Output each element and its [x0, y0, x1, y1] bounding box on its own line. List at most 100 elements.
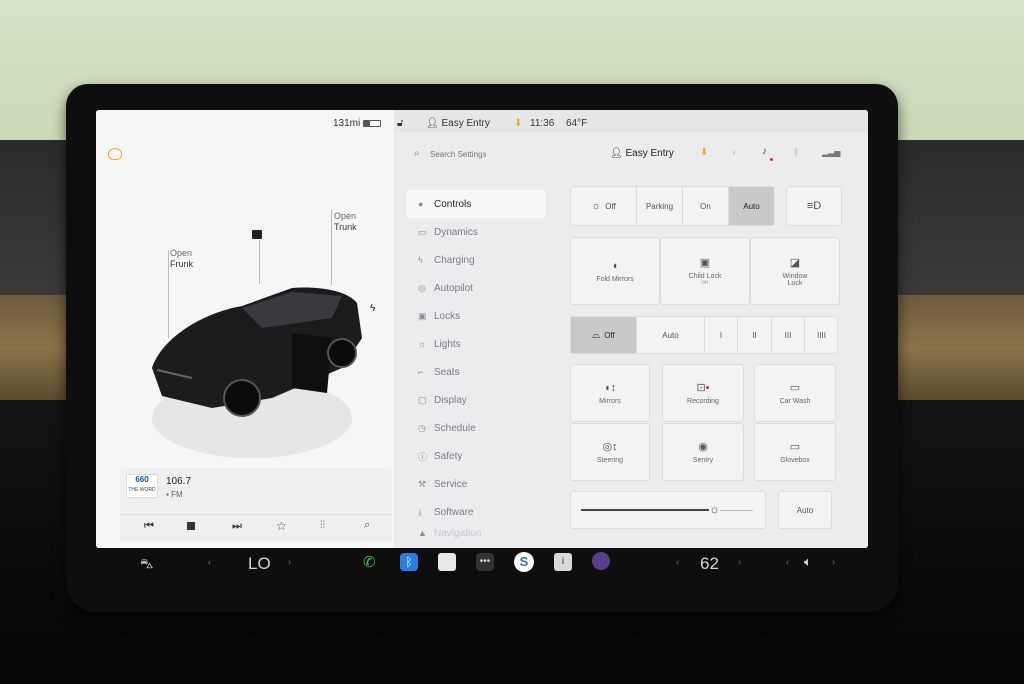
search-settings-input[interactable]	[430, 146, 590, 162]
next-track-icon[interactable]: ⏭	[232, 520, 242, 533]
unlock-icon[interactable]	[252, 230, 262, 239]
window-lock-label: Window	[782, 272, 808, 280]
nav-charging[interactable]: ϟ Charging	[406, 246, 546, 274]
lights-auto-label: Auto	[743, 201, 760, 211]
nav-seats[interactable]: ⌐ Seats	[406, 358, 546, 386]
wipers-speed-1[interactable]: I	[705, 317, 738, 353]
car-icon[interactable]: ⛍	[140, 556, 153, 574]
nav-autopilot[interactable]: ◎ Autopilot	[406, 274, 546, 302]
lights-on-label: On	[700, 201, 711, 211]
bluetooth-icon[interactable]: ᛒ	[794, 147, 799, 157]
station-logo-sub: THE WORD	[128, 487, 156, 493]
child-lock-button[interactable]: ▣ Child Lock on	[660, 237, 750, 305]
radio-band: ▪ FM	[166, 490, 183, 499]
wipers-control: ⌓ Off Auto I II III IIII	[570, 316, 838, 354]
nav-locks[interactable]: ▣ Locks	[406, 302, 546, 330]
nav-label: Lights	[434, 338, 461, 350]
recording-button[interactable]: ⊡• Recording	[662, 364, 744, 422]
download-icon[interactable]: ⬇	[514, 118, 522, 129]
high-beam-button[interactable]: ≡D	[786, 186, 842, 226]
volume-down[interactable]: ‹	[786, 557, 789, 567]
favorite-star-icon[interactable]: ☆	[276, 519, 287, 533]
lights-auto-option[interactable]: Auto	[729, 187, 774, 225]
nav-controls[interactable]: ● Controls	[406, 190, 546, 218]
nav-dynamics[interactable]: ▭ Dynamics	[406, 218, 546, 246]
nav-schedule[interactable]: ◷ Schedule	[406, 414, 546, 442]
bluetooth-app-icon[interactable]: ᛒ	[400, 553, 418, 571]
calendar-icon[interactable]	[438, 553, 456, 571]
open-frunk-button[interactable]: Open Frunk	[170, 248, 193, 270]
passenger-temp-down[interactable]: ‹	[676, 557, 679, 567]
wipers-speed-2[interactable]: II	[738, 317, 772, 353]
notification-dot	[770, 158, 773, 161]
open-trunk-line2: Trunk	[334, 222, 357, 232]
clock: 11:36	[530, 118, 555, 129]
dashcam-icon: ⊡•	[696, 382, 710, 394]
lock-status-icon[interactable]: 🔓︎	[397, 118, 403, 129]
steering-button[interactable]: ◎↕ Steering	[570, 423, 650, 481]
nav-safety[interactable]: ⓘ Safety	[406, 442, 546, 470]
media-search-icon[interactable]: ⌕	[364, 519, 370, 532]
volume-up[interactable]: ›	[832, 557, 835, 567]
nav-lights[interactable]: ☼ Lights	[406, 330, 546, 358]
car-wash-button[interactable]: ▭ Car Wash	[754, 364, 836, 422]
driver-temp-up[interactable]: ›	[288, 557, 291, 567]
recording-label: Recording	[687, 398, 719, 405]
lights-off-option[interactable]: ☼ Off	[571, 187, 637, 225]
equalizer-icon[interactable]: ⫶⫶	[320, 520, 325, 531]
wipers-speed-3[interactable]: III	[772, 317, 805, 353]
profile-status-label: Easy Entry	[441, 118, 490, 129]
open-trunk-button[interactable]: Open Trunk	[334, 211, 357, 233]
phone-icon[interactable]: ✆	[363, 553, 376, 571]
nav-software[interactable]: ⤓ Software	[406, 498, 546, 526]
nav-service[interactable]: ⚒︎ Service	[406, 470, 546, 498]
glovebox-button[interactable]: ▭ Glovebox	[754, 423, 836, 481]
passenger-temperature[interactable]: 62	[700, 554, 719, 574]
volume-icon[interactable]: 🔈︎	[804, 554, 812, 570]
stop-icon[interactable]	[187, 522, 195, 530]
camera-app-icon[interactable]	[592, 552, 610, 570]
media-player[interactable]: 660 THE WORD 106.7 ▪ FM ⏮ ⏭ ☆ ⫶⫶ ⌕	[120, 468, 392, 542]
mirrors-button[interactable]: ◖↕ Mirrors	[570, 364, 650, 422]
previous-track-icon[interactable]: ⏮	[144, 520, 154, 533]
wipers-speed-4[interactable]: IIII	[805, 317, 838, 353]
brightness-auto-button[interactable]: Auto	[778, 491, 832, 529]
nav-label: Autopilot	[434, 282, 473, 294]
wipers-off-label: Off	[604, 330, 615, 340]
brightness-sun-icon[interactable]: ☼	[709, 502, 720, 516]
window-lock-button[interactable]: ◪ Window Lock	[750, 237, 840, 305]
navigation-arrow-icon: ▲	[418, 528, 427, 538]
child-lock-sub: on	[701, 280, 709, 286]
fold-mirrors-button[interactable]: ◖ Fold Mirrors	[570, 237, 660, 305]
settings-nav: ● Controls ▭ Dynamics ϟ Charging ◎ Autopilot…	[406, 190, 546, 540]
glovebox-icon: ▭	[789, 441, 801, 453]
streaming-app-icon[interactable]: S	[514, 552, 534, 572]
nav-navigation[interactable]: ▲ Navigation	[406, 526, 546, 540]
lte-signal-icon: ▂▃▅	[822, 148, 841, 157]
lights-on-option[interactable]: On	[683, 187, 729, 225]
profile-status[interactable]: 👤︎ Easy Entry	[426, 118, 490, 129]
wipers-speed-4-label: IIII	[817, 330, 826, 340]
nav-display[interactable]: ▢ Display	[406, 386, 546, 414]
driver-temp-down[interactable]: ‹	[208, 557, 211, 567]
trunk-pointer-line	[331, 210, 332, 285]
sentry-icon[interactable]: ◐	[732, 147, 737, 157]
brightness-auto-label: Auto	[796, 505, 814, 515]
profile-button[interactable]: 👤︎ Easy Entry	[610, 148, 674, 159]
lights-parking-option[interactable]: Parking	[637, 187, 683, 225]
driver-temperature[interactable]: LO	[248, 554, 271, 574]
car-view-panel: Open Frunk Open Trunk ϟ 660 THE WORD 106…	[96, 110, 394, 548]
car-render	[152, 287, 362, 458]
wipers-auto-option[interactable]: Auto	[637, 317, 705, 353]
taskbar: ⛍ ‹ LO › ✆ ᛒ ••• S i ‹ 62 › ‹ 🔈︎ ›	[118, 548, 858, 580]
notifications-bell-icon[interactable]: ♪	[762, 146, 767, 157]
info-app-icon[interactable]: i	[554, 553, 572, 571]
wipers-off-option[interactable]: ⌓ Off	[571, 317, 637, 353]
software-update-icon[interactable]: ⬇	[700, 147, 708, 158]
brightness-slider[interactable]: ☼	[570, 491, 766, 529]
more-apps-icon[interactable]: •••	[476, 553, 494, 571]
passenger-temp-up[interactable]: ›	[738, 557, 741, 567]
sentry-mode-icon: ◉	[698, 441, 708, 453]
nav-label: Locks	[434, 310, 461, 322]
sentry-button[interactable]: ◉ Sentry	[662, 423, 744, 481]
